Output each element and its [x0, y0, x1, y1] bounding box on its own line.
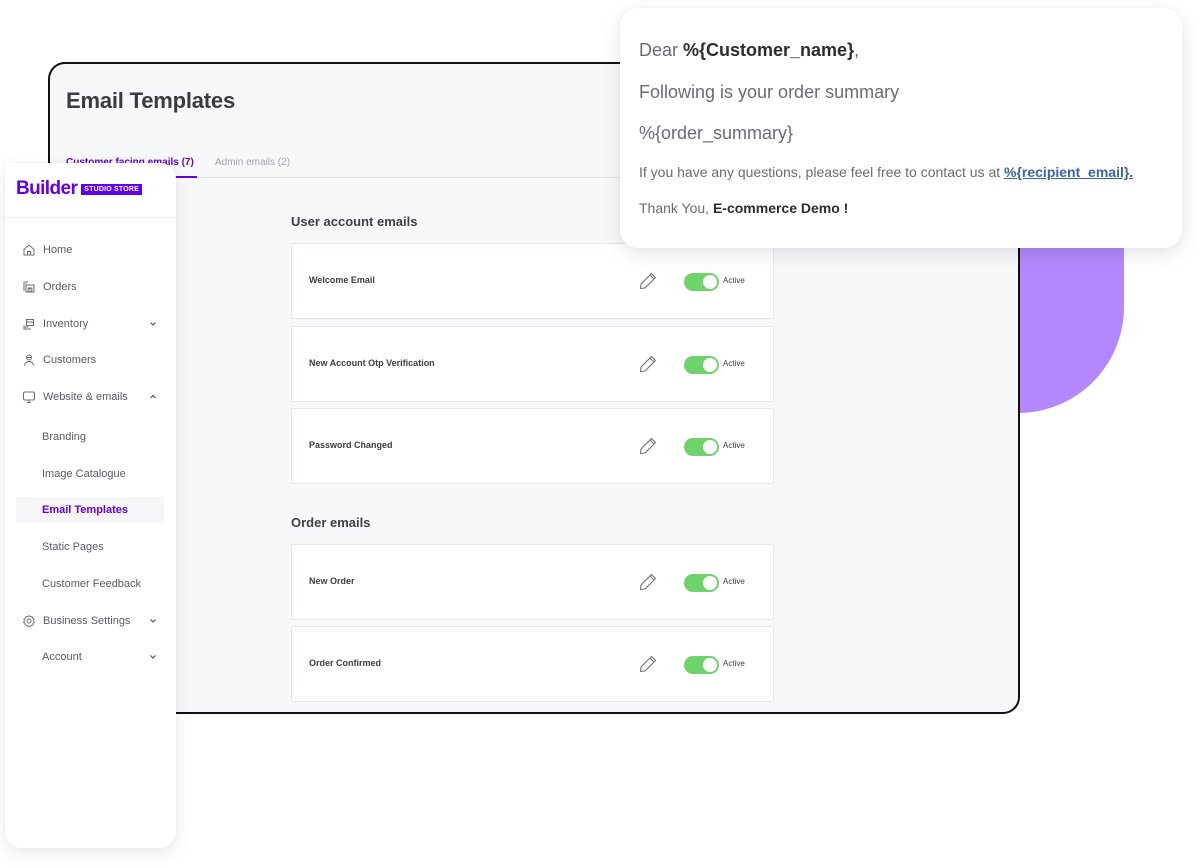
sidebar-item-label: Customers: [43, 354, 97, 366]
sidebar-item-home[interactable]: Home: [5, 237, 176, 263]
pencil-icon[interactable]: [638, 654, 658, 674]
monitor-icon: [23, 391, 35, 403]
toggle-knob: [703, 358, 717, 372]
sidebar-item-website-emails[interactable]: Website & emails: [5, 384, 176, 410]
chevron-up-icon[interactable]: [148, 392, 158, 402]
template-name: New Account Otp Verification: [309, 358, 435, 368]
signoff-prefix: Thank You,: [639, 200, 713, 216]
order-summary-variable: %{order_summary}: [639, 123, 794, 143]
section-title-user-account: User account emails: [291, 214, 418, 229]
toggle-knob: [703, 576, 717, 590]
status-label: Active: [723, 359, 745, 368]
preview-signoff: Thank You, E-commerce Demo !: [639, 200, 848, 216]
greeting-suffix: ,: [854, 40, 860, 60]
sidebar-item-account[interactable]: Account: [5, 644, 176, 670]
pencil-icon[interactable]: [638, 354, 658, 374]
sidebar-item-label: Customer Feedback: [42, 578, 142, 590]
preview-contact-line: If you have any questions, please feel f…: [639, 164, 1133, 180]
toggle-knob: [703, 658, 717, 672]
store-name: E-commerce Demo !: [712, 200, 849, 216]
sidebar-item-customer-feedback[interactable]: Customer Feedback: [5, 571, 176, 597]
chevron-down-icon[interactable]: [148, 616, 158, 626]
greeting-prefix: Dear: [639, 40, 684, 60]
sidebar-item-inventory[interactable]: Inventory: [5, 311, 176, 337]
studio-store-badge: STUDIO STORE: [81, 183, 143, 195]
stage: Email Templates Customer facing emails (…: [0, 0, 1203, 868]
status-label: Active: [723, 276, 745, 285]
section-title-order-emails: Order emails: [291, 515, 371, 530]
sidebar-item-label: Image Catalogue: [42, 468, 126, 480]
sidebar-item-label: Home: [43, 244, 73, 256]
customer-name-variable: %{Customer_name}: [683, 40, 855, 60]
chevron-down-icon[interactable]: [148, 319, 158, 329]
sidebar-item-label: Inventory: [43, 318, 89, 330]
status-label: Active: [723, 441, 745, 450]
template-card: Welcome Email Active: [291, 243, 774, 319]
active-toggle[interactable]: [684, 656, 719, 674]
chevron-down-icon[interactable]: [148, 652, 158, 662]
pencil-icon[interactable]: [638, 436, 658, 456]
pencil-icon[interactable]: [638, 271, 658, 291]
sidebar-item-label: Email Templates: [42, 504, 128, 516]
template-card: New Account Otp Verification Active: [291, 326, 774, 402]
pencil-icon[interactable]: [638, 572, 658, 592]
inventory-icon: [23, 319, 34, 330]
template-name: New Order: [309, 576, 355, 586]
builder-logo: Builder: [16, 178, 78, 199]
preview-intro: Following is your order summary: [639, 82, 900, 102]
template-name: Order Confirmed: [309, 658, 382, 668]
sidebar-item-orders[interactable]: Orders: [5, 274, 176, 300]
sidebar-item-customers[interactable]: Customers: [5, 347, 176, 373]
sidebar-item-static-pages[interactable]: Static Pages: [5, 534, 176, 560]
recipient-email-link[interactable]: %{recipient_email}.: [1004, 164, 1133, 180]
sidebar-item-label: Account: [42, 651, 82, 663]
contact-text: If you have any questions, please feel f…: [639, 164, 1005, 180]
sidebar-item-label: Business Settings: [43, 615, 131, 627]
active-toggle[interactable]: [684, 438, 719, 456]
active-toggle[interactable]: [684, 356, 719, 374]
template-card: Order Confirmed Active: [291, 626, 774, 702]
status-label: Active: [723, 659, 745, 668]
customers-icon: [24, 354, 34, 366]
sidebar: Builder STUDIO STORE Home Orders Invento…: [5, 163, 176, 848]
sidebar-item-label: Branding: [42, 431, 87, 443]
brand[interactable]: Builder STUDIO STORE: [16, 178, 143, 199]
page-title: Email Templates: [66, 88, 235, 113]
sidebar-item-label: Static Pages: [42, 541, 104, 553]
gear-icon: [23, 615, 35, 628]
tab-admin-emails[interactable]: Admin emails (2): [215, 156, 290, 178]
sidebar-item-label: Orders: [43, 281, 77, 293]
preview-greeting: Dear %{Customer_name},: [639, 40, 859, 61]
active-toggle[interactable]: [684, 273, 719, 291]
sidebar-item-image-catalogue[interactable]: Image Catalogue: [5, 461, 176, 487]
orders-icon: [23, 281, 35, 293]
sidebar-item-label: Website & emails: [43, 391, 128, 403]
sidebar-item-email-templates[interactable]: Email Templates: [16, 497, 164, 523]
template-name: Password Changed: [309, 440, 393, 450]
toggle-knob: [703, 275, 717, 289]
home-icon: [23, 244, 35, 256]
toggle-knob: [703, 440, 717, 454]
divider: [5, 217, 176, 218]
status-label: Active: [723, 577, 745, 586]
active-toggle[interactable]: [684, 574, 719, 592]
email-preview-card: Dear %{Customer_name}, Following is your…: [620, 8, 1182, 248]
sidebar-item-branding[interactable]: Branding: [5, 424, 176, 450]
template-card: New Order Active: [291, 544, 774, 620]
template-card: Password Changed Active: [291, 408, 774, 484]
template-name: Welcome Email: [309, 275, 375, 285]
sidebar-item-business-settings[interactable]: Business Settings: [5, 608, 176, 634]
